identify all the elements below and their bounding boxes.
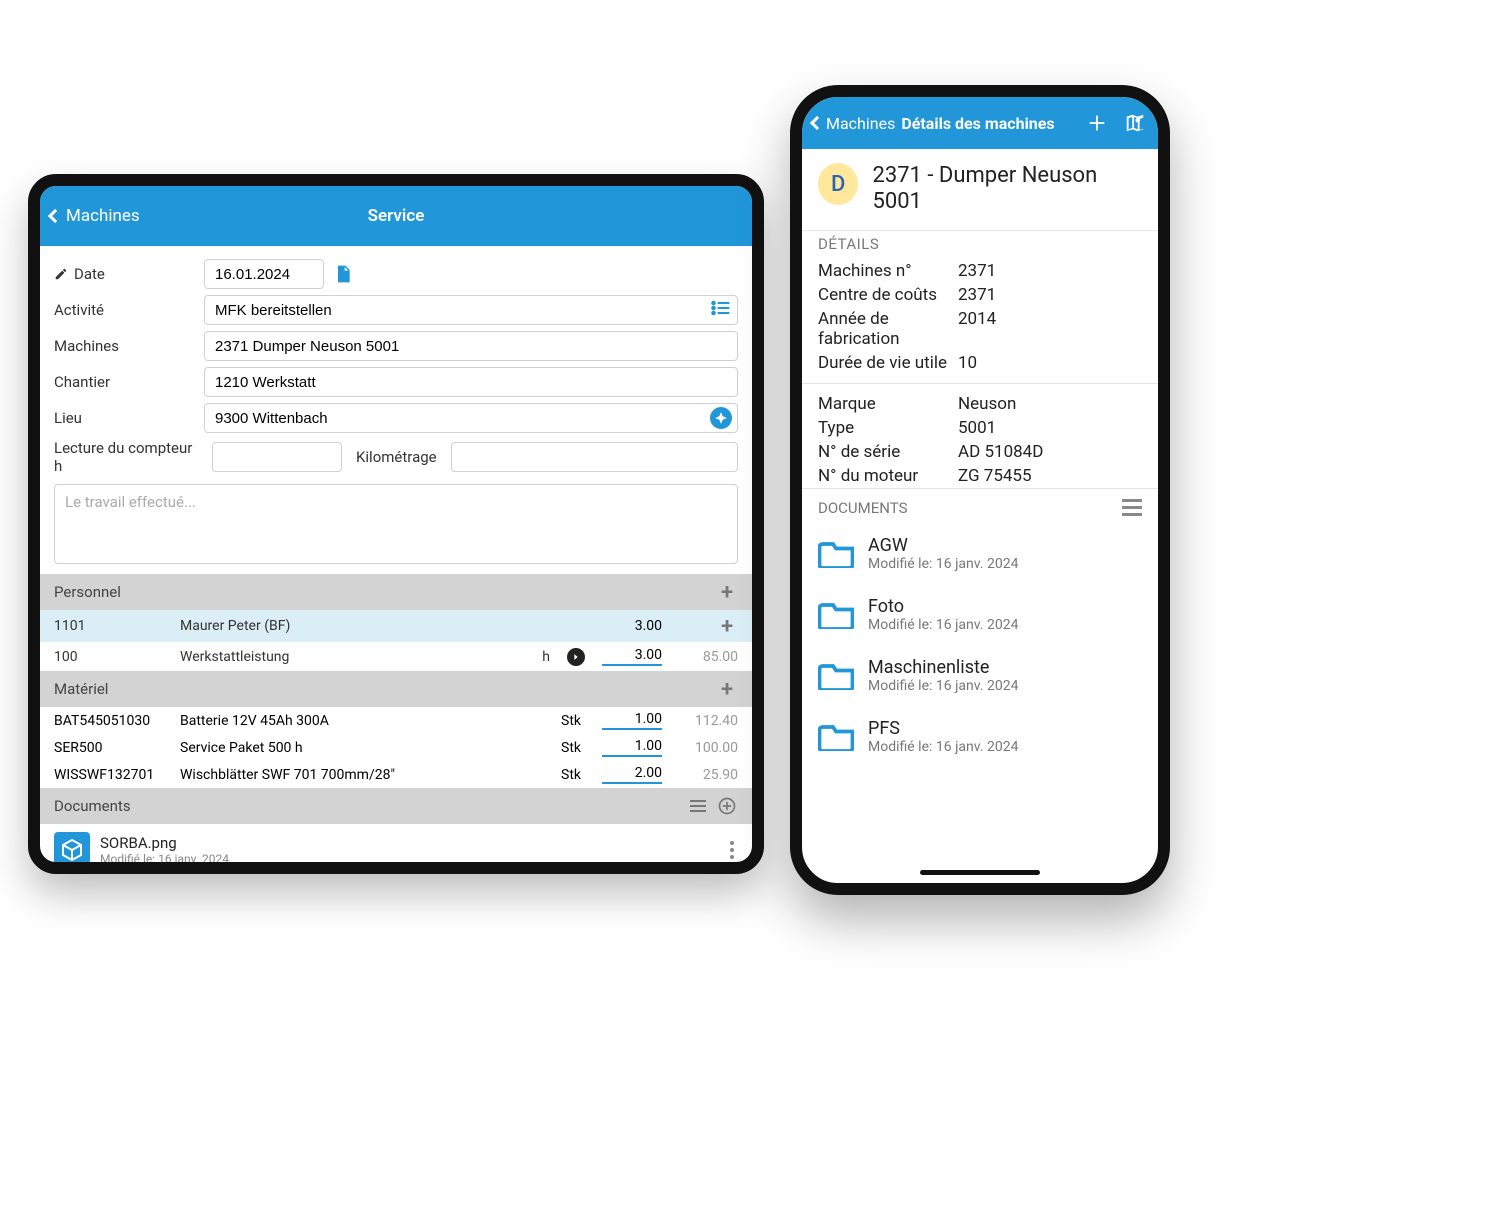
folder-item[interactable]: Foto Modifié le: 16 janv. 2024 xyxy=(802,584,1158,645)
detail-row: N° du moteur ZG 75455 xyxy=(802,464,1158,488)
detail-row: Machines n° 2371 xyxy=(802,259,1158,283)
menu-icon[interactable] xyxy=(690,800,706,812)
folder-item[interactable]: PFS Modifié le: 16 janv. 2024 xyxy=(802,706,1158,767)
qty-field[interactable]: 1.00 xyxy=(602,711,662,730)
chevron-left-icon xyxy=(48,209,62,223)
back-button[interactable]: Machines xyxy=(50,206,140,226)
page-title: Service xyxy=(368,206,425,226)
folder-meta: Modifié le: 16 janv. 2024 xyxy=(868,678,1018,694)
material-row[interactable]: WISSWF132701 Wischblätter SWF 701 700mm/… xyxy=(40,761,752,788)
activity-label: Activité xyxy=(54,301,204,319)
machines-input[interactable] xyxy=(204,331,738,361)
counter-label: Lecture du compteur h xyxy=(54,439,204,475)
compass-icon[interactable] xyxy=(710,407,732,429)
detail-row: Durée de vie utile 10 xyxy=(802,351,1158,375)
map-icon[interactable] xyxy=(1122,110,1148,136)
personnel-header: Personnel xyxy=(40,574,752,610)
machines-label: Machines xyxy=(54,337,204,355)
location-label: Lieu xyxy=(54,409,204,427)
folder-name: PFS xyxy=(868,718,1018,739)
back-button[interactable]: Machines xyxy=(812,114,895,133)
tablet-device: Machines Service Date Activité xyxy=(28,174,764,874)
detail-row: N° de série AD 51084D xyxy=(802,440,1158,464)
menu-icon[interactable] xyxy=(1122,499,1142,516)
add-document-button[interactable] xyxy=(716,795,738,817)
personnel-row[interactable]: 1101 Maurer Peter (BF) 3.00 xyxy=(40,610,752,642)
site-label: Chantier xyxy=(54,373,204,391)
date-label: Date xyxy=(54,265,204,283)
material-row[interactable]: SER500 Service Paket 500 h Stk 1.00 100.… xyxy=(40,734,752,761)
pencil-icon xyxy=(54,267,68,281)
add-row-button[interactable] xyxy=(716,615,738,637)
add-personnel-button[interactable] xyxy=(716,581,738,603)
site-input[interactable] xyxy=(204,367,738,397)
phone-header: Machines Détails des machines xyxy=(802,97,1158,149)
page-title: Détails des machines xyxy=(901,114,1054,133)
qty-field[interactable]: 3.00 xyxy=(602,647,662,666)
qty-field[interactable]: 2.00 xyxy=(602,765,662,784)
date-input[interactable] xyxy=(204,259,324,289)
chevron-left-icon xyxy=(810,116,824,130)
folder-name: Maschinenliste xyxy=(868,657,1018,678)
folder-item[interactable]: AGW Modifié le: 16 janv. 2024 xyxy=(802,523,1158,584)
machine-header: D 2371 - Dumper Neuson 5001 xyxy=(802,149,1158,230)
document-icon[interactable] xyxy=(332,263,354,285)
work-done-textarea[interactable] xyxy=(54,484,738,564)
detail-row: Année de fabrication 2014 xyxy=(802,307,1158,351)
documents-header: DOCUMENTS xyxy=(802,488,1158,523)
folder-icon xyxy=(818,538,854,568)
detail-row: Type 5001 xyxy=(802,416,1158,440)
mileage-input[interactable] xyxy=(451,442,738,472)
activity-input[interactable] xyxy=(204,295,738,325)
personnel-row[interactable]: 100 Werkstattleistung h 3.00 85.00 xyxy=(40,642,752,671)
plus-icon[interactable] xyxy=(1084,110,1110,136)
file-icon xyxy=(54,832,90,868)
folder-name: Foto xyxy=(868,596,1018,617)
document-name: SORBA.png xyxy=(100,834,716,852)
folder-name: AGW xyxy=(868,535,1018,556)
location-input[interactable] xyxy=(204,403,738,433)
mileage-label: Kilométrage xyxy=(356,448,437,466)
folder-meta: Modifié le: 16 janv. 2024 xyxy=(868,556,1018,572)
details-header: DÉTAILS xyxy=(802,230,1158,259)
folder-meta: Modifié le: 16 janv. 2024 xyxy=(868,617,1018,633)
avatar: D xyxy=(818,163,858,205)
add-material-button[interactable] xyxy=(716,678,738,700)
folder-icon xyxy=(818,721,854,751)
detail-row: Marque Neuson xyxy=(802,392,1158,416)
folder-item[interactable]: Maschinenliste Modifié le: 16 janv. 2024 xyxy=(802,645,1158,706)
folder-icon xyxy=(818,660,854,690)
detail-row: Centre de coûts 2371 xyxy=(802,283,1158,307)
tablet-body: Date Activité Machines Chantier xyxy=(40,246,752,874)
material-header: Matériel xyxy=(40,671,752,707)
folder-icon xyxy=(818,599,854,629)
tablet-header: Machines Service xyxy=(40,186,752,246)
document-item[interactable]: SORBA.png Modifié le: 16 janv. 2024 xyxy=(40,824,752,874)
folder-meta: Modifié le: 16 janv. 2024 xyxy=(868,739,1018,755)
documents-header: Documents xyxy=(40,788,752,824)
counter-input[interactable] xyxy=(212,442,342,472)
material-row[interactable]: BAT545051030 Batterie 12V 45Ah 300A Stk … xyxy=(40,707,752,734)
kebab-icon[interactable] xyxy=(726,837,738,863)
document-meta: Modifié le: 16 janv. 2024 xyxy=(100,852,716,866)
back-label: Machines xyxy=(66,206,140,226)
arrow-right-icon[interactable] xyxy=(567,648,585,666)
machine-name: 2371 - Dumper Neuson 5001 xyxy=(872,163,1142,216)
phone-device: Machines Détails des machines D 2371 - D… xyxy=(790,85,1170,895)
qty-field[interactable]: 1.00 xyxy=(602,738,662,757)
list-icon[interactable] xyxy=(710,298,732,322)
